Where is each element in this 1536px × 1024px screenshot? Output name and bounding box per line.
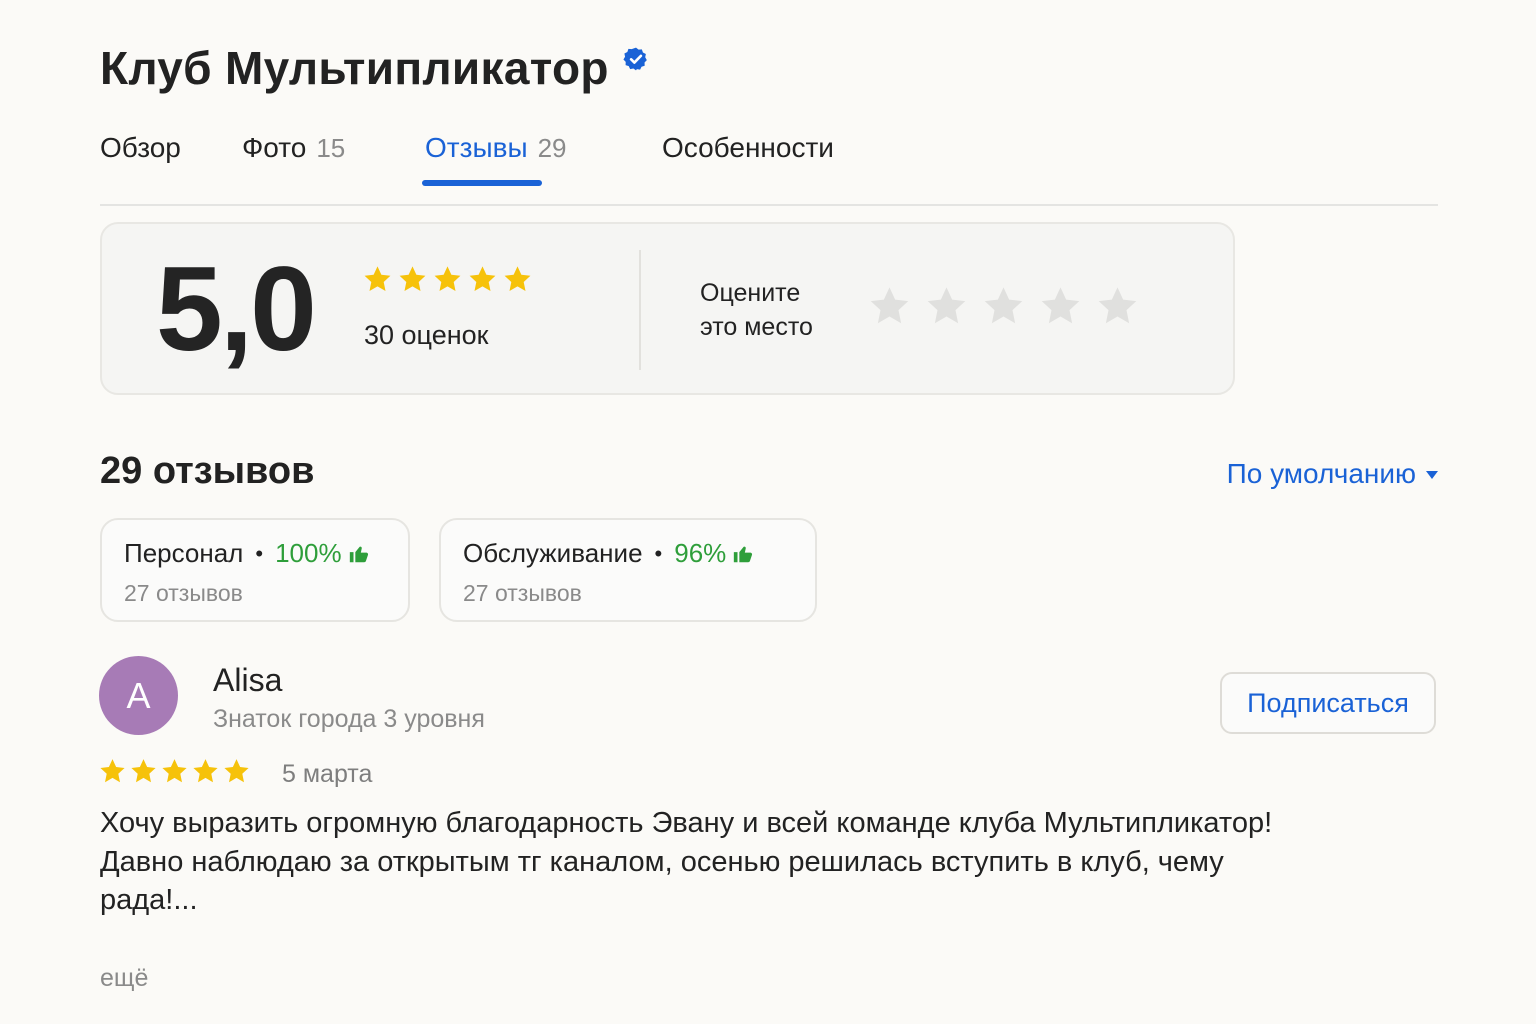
star-icon	[193, 759, 218, 783]
tab-label: Обзор	[100, 132, 181, 163]
tab-count: 15	[316, 133, 346, 163]
rate-prompt-line: это место	[700, 313, 813, 341]
star-icon	[131, 759, 156, 783]
sort-label: По умолчанию	[1226, 458, 1416, 489]
aspect-percent: 100%	[275, 538, 342, 568]
aspect-name: Обслуживание	[463, 538, 643, 568]
active-tab-indicator	[422, 180, 542, 186]
review-paragraph: Хочу выразить огромную благодарность Эва…	[100, 807, 1273, 839]
aspect-count: 27 отзывов	[124, 580, 243, 606]
star-icon	[504, 266, 531, 291]
aspect-count: 27 отзывов	[463, 580, 582, 606]
review-stars	[98, 757, 251, 786]
tab-count: 29	[537, 133, 567, 163]
avatar[interactable]: A	[99, 656, 178, 735]
rating-summary-card: 5,0 30 оценок Оцените это место	[100, 222, 1235, 395]
average-score: 5,0	[156, 242, 317, 376]
star-icon	[434, 266, 461, 291]
verified-badge-icon	[623, 47, 647, 71]
tab-label: Отзывы	[425, 132, 528, 163]
tab-bar: Обзор Фото 15 Отзывы 29 Особенности	[100, 128, 1438, 206]
star-icon[interactable]	[1095, 284, 1140, 329]
star-icon[interactable]	[867, 284, 912, 329]
divider	[639, 250, 641, 370]
place-page: Клуб Мультипликатор Обзор Фото 15 Отзывы 2…	[0, 0, 1536, 1024]
aspect-summary: Обслуживание • 96%	[463, 538, 754, 569]
star-icon	[399, 266, 426, 291]
aspect-name: Персонал	[124, 538, 244, 568]
thumbs-up-icon	[734, 546, 753, 562]
separator-dot: •	[255, 540, 264, 566]
star-icon	[224, 759, 249, 783]
rate-prompt-line: Оцените	[700, 279, 801, 307]
author-level: Знаток города 3 уровня	[213, 705, 485, 733]
reviews-heading: 29 отзывов	[100, 450, 315, 492]
rate-prompt: Оцените это место	[700, 276, 813, 344]
thumbs-up-icon	[349, 546, 368, 562]
sort-dropdown[interactable]: По умолчанию	[1227, 458, 1438, 490]
average-stars	[362, 264, 533, 295]
review-author[interactable]: Alisa	[213, 662, 282, 699]
aspect-chip-service[interactable]: Обслуживание • 96% 27 отзывов	[439, 518, 817, 622]
subscribe-button[interactable]: Подписаться	[1220, 672, 1436, 734]
tab-label: Фото	[242, 132, 307, 163]
star-icon[interactable]	[1038, 284, 1083, 329]
rate-stars-input	[867, 284, 1140, 329]
star-icon	[162, 759, 187, 783]
aspect-summary: Персонал • 100%	[124, 538, 370, 569]
star-icon[interactable]	[981, 284, 1026, 329]
tab-label: Особенности	[662, 132, 834, 163]
aspect-percent: 96%	[674, 538, 727, 568]
star-icon[interactable]	[924, 284, 969, 329]
star-icon	[364, 266, 391, 291]
review-paragraph: Давно наблюдаю за открытым тг каналом, о…	[100, 845, 1224, 917]
tab-reviews[interactable]: Отзывы 29	[425, 132, 567, 164]
aspect-chip-staff[interactable]: Персонал • 100% 27 отзывов	[100, 518, 410, 622]
review-date: 5 марта	[282, 760, 373, 788]
tab-overview[interactable]: Обзор	[100, 132, 181, 164]
tab-features[interactable]: Особенности	[662, 132, 834, 164]
page-title: Клуб Мультипликатор	[100, 42, 609, 94]
rating-count: 30 оценок	[364, 320, 489, 350]
caret-down-icon	[1426, 471, 1438, 479]
star-icon	[100, 759, 125, 783]
separator-dot: •	[654, 540, 663, 566]
title-row: Клуб Мультипликатор	[100, 40, 649, 96]
tab-photos[interactable]: Фото 15	[242, 132, 345, 164]
star-icon	[469, 266, 496, 291]
show-more-link[interactable]: ещё	[100, 964, 148, 993]
review-text: Хочу выразить огромную благодарность Эва…	[100, 804, 1300, 920]
